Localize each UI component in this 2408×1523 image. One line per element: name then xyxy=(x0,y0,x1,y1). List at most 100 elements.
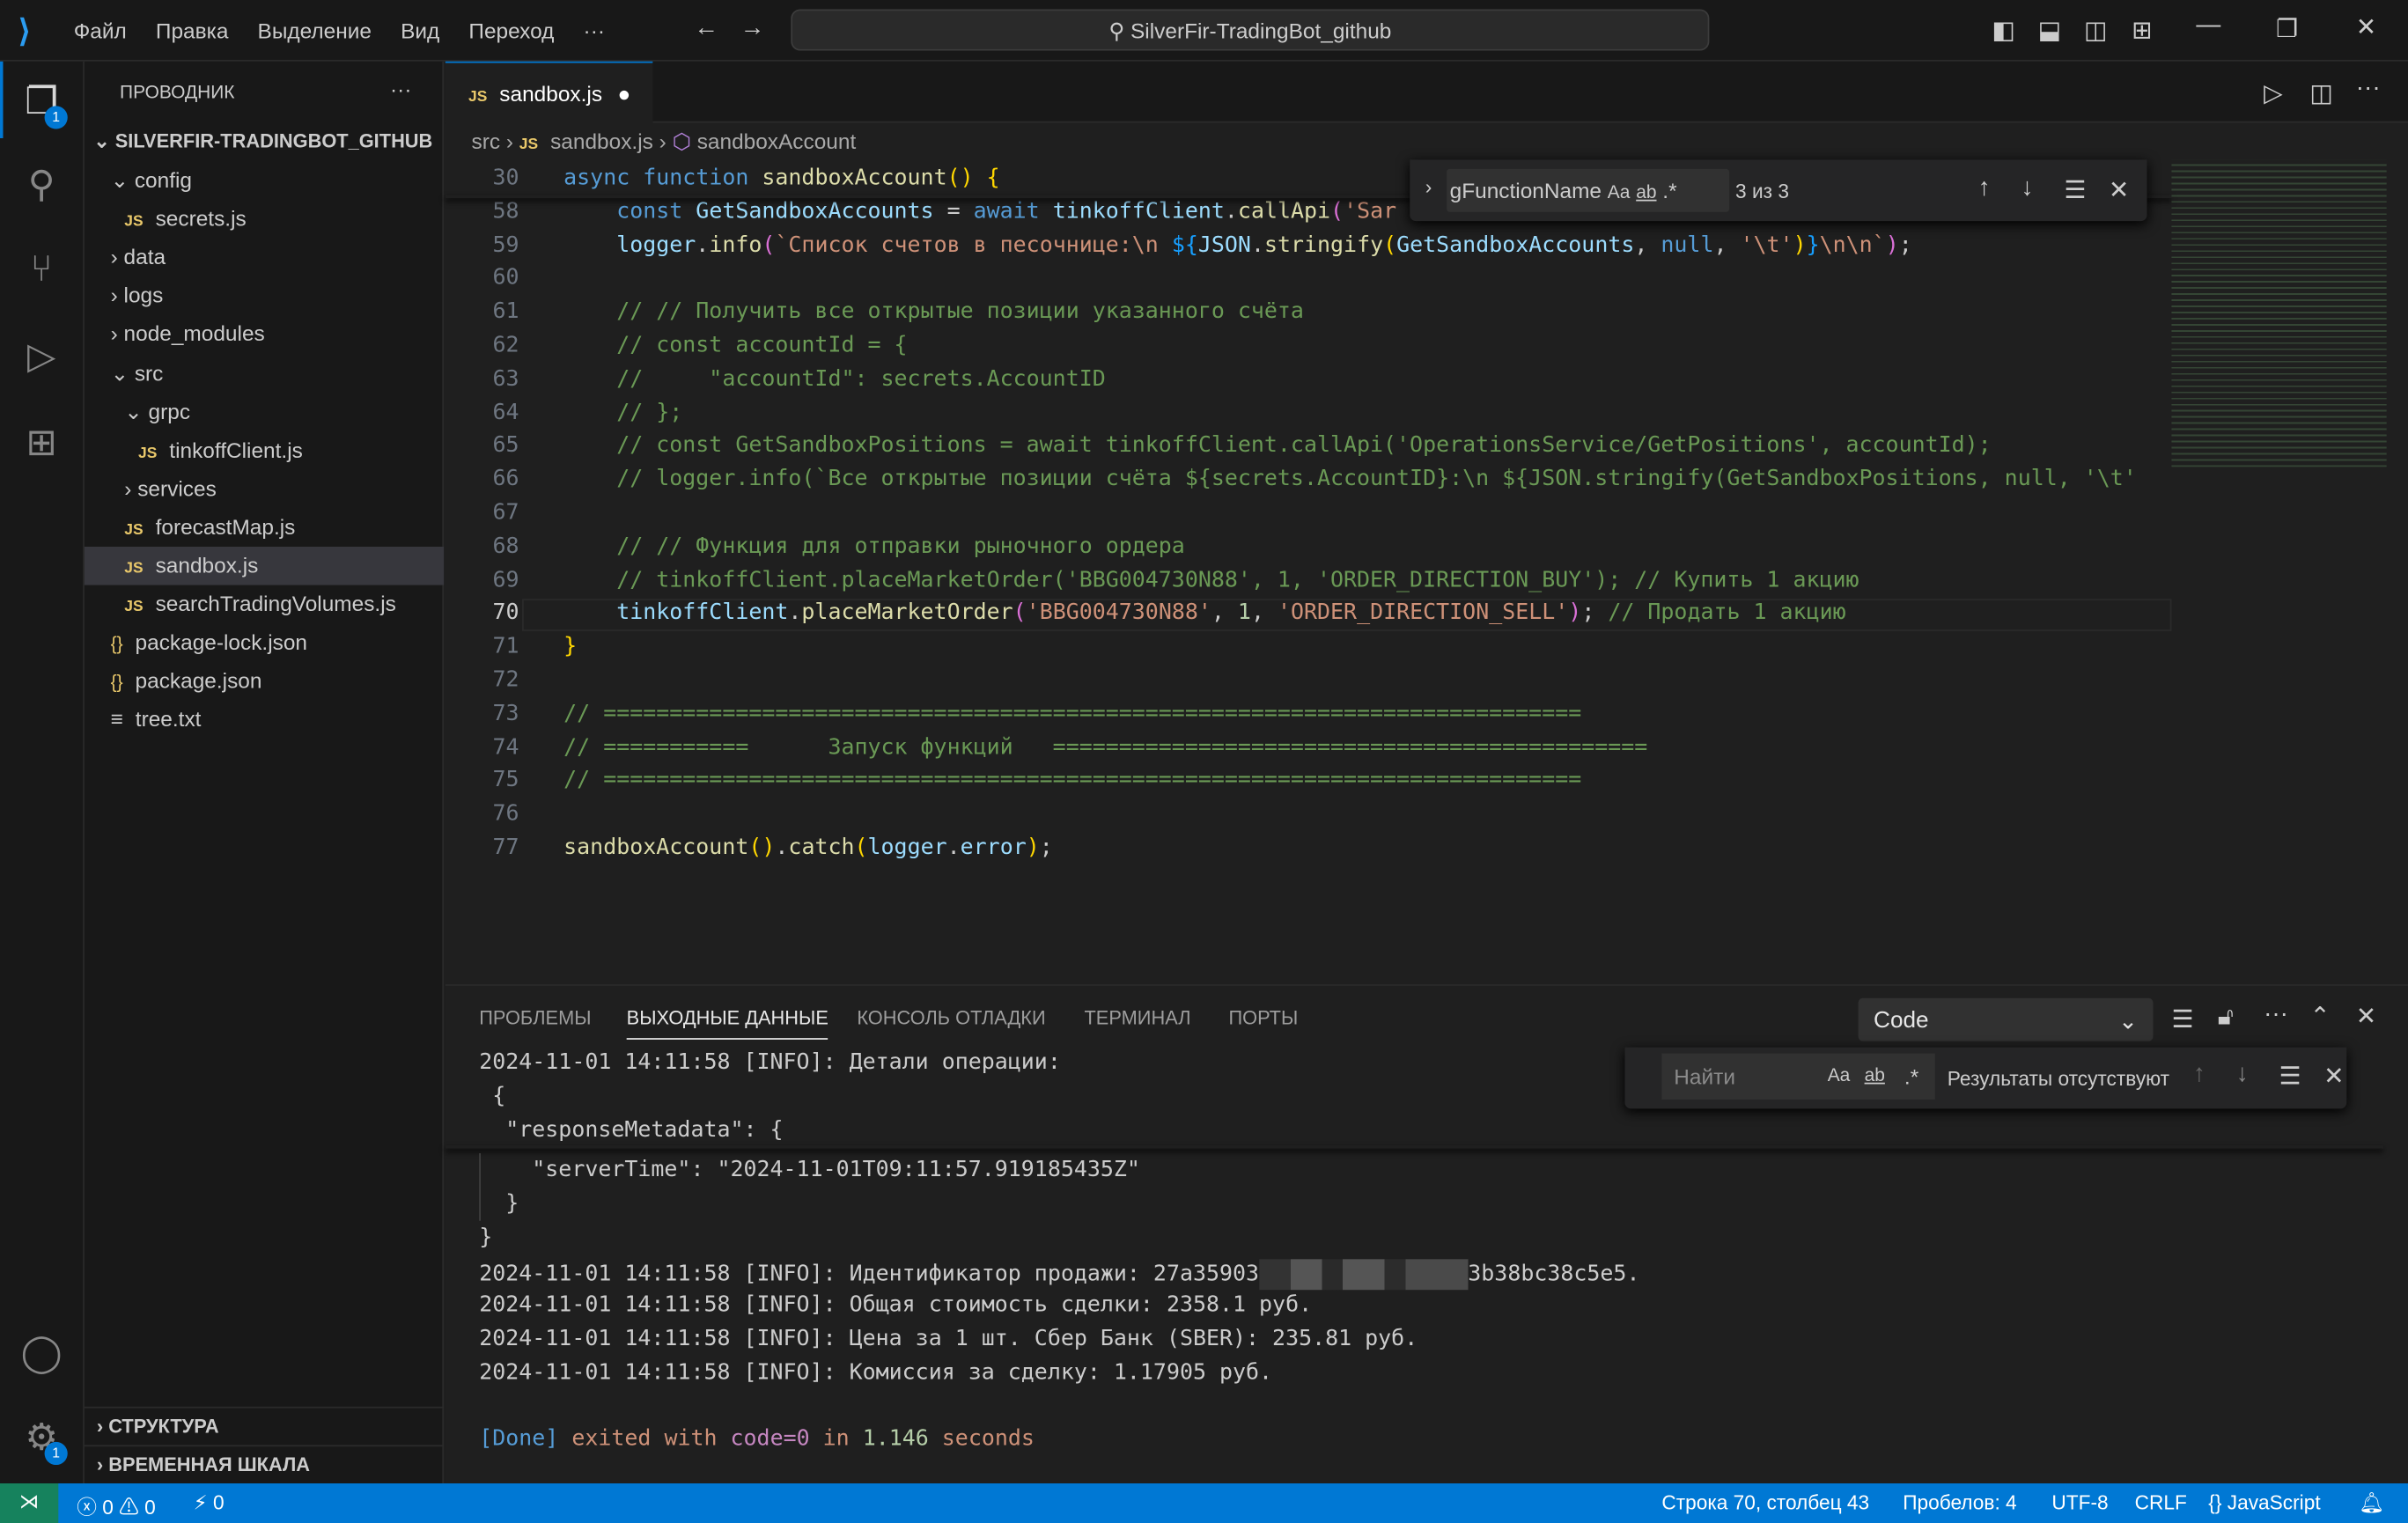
minimap[interactable] xyxy=(2171,159,2387,467)
output-line: 2024-11-01 14:11:58 [INFO]: Комиссия за … xyxy=(479,1360,1272,1385)
chevron-right-icon: › xyxy=(110,244,124,269)
code-token: \n\n` xyxy=(1819,232,1886,258)
breadcrumb-file[interactable]: sandbox.js xyxy=(550,129,653,154)
problems-indicator[interactable]: ⓧ 0 ⚠ 0 xyxy=(77,1491,156,1520)
account-icon[interactable]: ◯ xyxy=(18,1331,64,1377)
tree-item-js[interactable]: JS secrets.js xyxy=(85,200,444,239)
workspace-root[interactable]: ⌄ SILVERFIR-TRADINGBOT_GITHUB xyxy=(85,123,444,162)
source-control-icon[interactable]: ⑂ xyxy=(18,249,64,295)
breadcrumb-symbol[interactable]: sandboxAccount xyxy=(697,129,857,154)
tree-item-js[interactable]: JS searchTradingVolumes.js xyxy=(85,585,444,624)
code-token: // =====================================… xyxy=(563,701,1582,726)
tree-item-label: forecastMap.js xyxy=(155,514,296,540)
previous-match-icon[interactable]: ↑ xyxy=(2193,1061,2205,1088)
encoding[interactable]: UTF-8 xyxy=(2051,1491,2108,1514)
customize-layout-icon[interactable]: ⊞ xyxy=(2132,15,2152,46)
tree-item-folder-open[interactable]: ⌄ src xyxy=(85,354,444,393)
find-in-selection-icon[interactable]: ☰ xyxy=(2064,175,2086,206)
outline-section[interactable]: › СТРУКТУРА xyxy=(84,1406,445,1446)
close-panel-icon[interactable]: ✕ xyxy=(2356,1001,2376,1032)
output-line: { xyxy=(479,1084,505,1108)
tree-item-folder[interactable]: › services xyxy=(85,469,444,508)
close-window-button[interactable]: ✕ xyxy=(2356,12,2376,43)
explorer-title: ПРОВОДНИК xyxy=(120,81,235,103)
tree-item-folder[interactable]: › logs xyxy=(85,276,444,315)
command-center-search[interactable]: ⚲ SilverFir-TradingBot_github xyxy=(791,9,1710,51)
toggle-panel-icon[interactable]: ⬓ xyxy=(2038,15,2061,46)
line-number: 66 xyxy=(492,467,519,492)
explorer-more-button[interactable]: ··· xyxy=(390,77,411,101)
forward-arrow-icon[interactable]: → xyxy=(740,15,765,42)
toggle-secondary-sidebar-icon[interactable]: ◫ xyxy=(2084,15,2107,46)
menu-item[interactable]: Правка xyxy=(156,18,228,43)
back-arrow-icon[interactable]: ← xyxy=(694,15,718,42)
extensions-icon[interactable]: ⊞ xyxy=(18,421,64,467)
code-token: function xyxy=(643,166,762,191)
menu-item[interactable]: Выделение xyxy=(258,18,372,43)
cursor-position[interactable]: Строка 70, столбец 43 xyxy=(1661,1491,1869,1514)
tree-item-folder-open[interactable]: ⌄ config xyxy=(85,161,444,200)
panel-tab[interactable]: ВЫХОДНЫЕ ДАННЫЕ xyxy=(626,1007,828,1040)
search-icon[interactable]: ⚲ xyxy=(18,163,64,209)
close-find-icon[interactable]: ✕ xyxy=(2109,175,2129,206)
find-query: gFunctionName xyxy=(1449,178,1602,203)
more-actions-icon[interactable]: ··· xyxy=(2356,75,2381,102)
match-case-toggle[interactable]: Aa xyxy=(1828,1064,1851,1085)
menu-item[interactable]: Вид xyxy=(401,18,439,43)
toggle-replace-icon[interactable]: › xyxy=(1425,175,1432,198)
minimize-button[interactable]: — xyxy=(2196,12,2220,40)
close-find-icon[interactable]: ✕ xyxy=(2323,1061,2344,1092)
output-channel-select[interactable]: Code ⌄ xyxy=(1858,997,2154,1041)
whole-word-toggle[interactable]: ab xyxy=(1865,1064,1885,1085)
menu-item[interactable]: ··· xyxy=(584,18,605,43)
more-actions-icon[interactable]: ··· xyxy=(2264,1001,2288,1028)
tree-item-txt[interactable]: ≡ tree.txt xyxy=(85,701,444,739)
toggle-sidebar-icon[interactable]: ◧ xyxy=(1992,15,2014,46)
tree-item-js[interactable]: JS tinkoffClient.js xyxy=(85,431,444,470)
whole-word-toggle[interactable]: ab xyxy=(1636,181,1656,202)
panel-tab[interactable]: ПРОБЛЕМЫ xyxy=(479,1007,591,1028)
restore-button[interactable]: ❐ xyxy=(2276,14,2298,45)
tree-item-folder[interactable]: › data xyxy=(85,239,444,277)
next-match-icon[interactable]: ↓ xyxy=(2021,175,2033,202)
js-file-icon: JS xyxy=(124,521,144,540)
previous-match-icon[interactable]: ↑ xyxy=(1978,175,1991,202)
tree-item-js[interactable]: JS sandbox.js xyxy=(84,546,445,585)
notifications-bell-icon[interactable]: 🔔︎ xyxy=(2359,1491,2384,1516)
tree-item-folder-open[interactable]: ⌄ grpc xyxy=(85,393,444,431)
panel-tab[interactable]: ТЕРМИНАЛ xyxy=(1084,1007,1190,1028)
clear-output-icon[interactable]: ☰ xyxy=(2171,1004,2193,1035)
regex-toggle[interactable]: .* xyxy=(1904,1064,1918,1089)
tree-item-folder[interactable]: › node_modules xyxy=(85,315,444,354)
timeline-section[interactable]: › ВРЕМЕННАЯ ШКАЛА xyxy=(84,1445,445,1483)
tree-item-json[interactable]: {} package.json xyxy=(85,662,444,701)
find-in-selection-icon[interactable]: ☰ xyxy=(2279,1061,2301,1092)
menu-item[interactable]: Переход xyxy=(468,18,554,43)
find-input[interactable]: gFunctionName Aa ab .* xyxy=(1447,168,1730,212)
code-token: placeMarketOrder xyxy=(801,600,1013,626)
tree-item-js[interactable]: JS forecastMap.js xyxy=(85,508,444,547)
next-match-icon[interactable]: ↓ xyxy=(2236,1061,2249,1088)
match-case-toggle[interactable]: Aa xyxy=(1608,181,1631,202)
menu-item[interactable]: Файл xyxy=(74,18,127,43)
maximize-panel-icon[interactable]: ⌃ xyxy=(2309,1001,2330,1032)
language-mode[interactable]: {} JavaScript xyxy=(2208,1491,2320,1514)
line-ending[interactable]: CRLF xyxy=(2135,1491,2187,1514)
lock-scroll-icon[interactable]: 🔓︎ xyxy=(2218,1004,2234,1032)
output-find-input[interactable]: Найти Aa ab .* xyxy=(1661,1053,1935,1100)
tab-sandbox-js[interactable]: JS sandbox.js ● xyxy=(445,61,653,125)
regex-toggle[interactable]: .* xyxy=(1662,178,1676,202)
ports-indicator[interactable]: ⚡︎ 0 xyxy=(194,1491,225,1516)
run-debug-icon[interactable]: ▷ xyxy=(18,335,64,380)
split-editor-icon[interactable]: ◫ xyxy=(2309,78,2332,109)
panel-tab[interactable]: КОНСОЛЬ ОТЛАДКИ xyxy=(857,1007,1045,1028)
remote-icon[interactable]: ⋊ xyxy=(0,1483,59,1523)
indentation[interactable]: Пробелов: 4 xyxy=(1903,1491,2016,1514)
line-number: 68 xyxy=(492,533,519,559)
output-token: code=0 xyxy=(730,1426,810,1452)
panel-tab[interactable]: ПОРТЫ xyxy=(1228,1007,1298,1028)
run-icon[interactable]: ▷ xyxy=(2264,78,2282,109)
tree-item-json[interactable]: {} package-lock.json xyxy=(85,624,444,663)
unsaved-dot-icon[interactable]: ● xyxy=(618,81,631,106)
breadcrumb-src[interactable]: src xyxy=(472,129,501,154)
